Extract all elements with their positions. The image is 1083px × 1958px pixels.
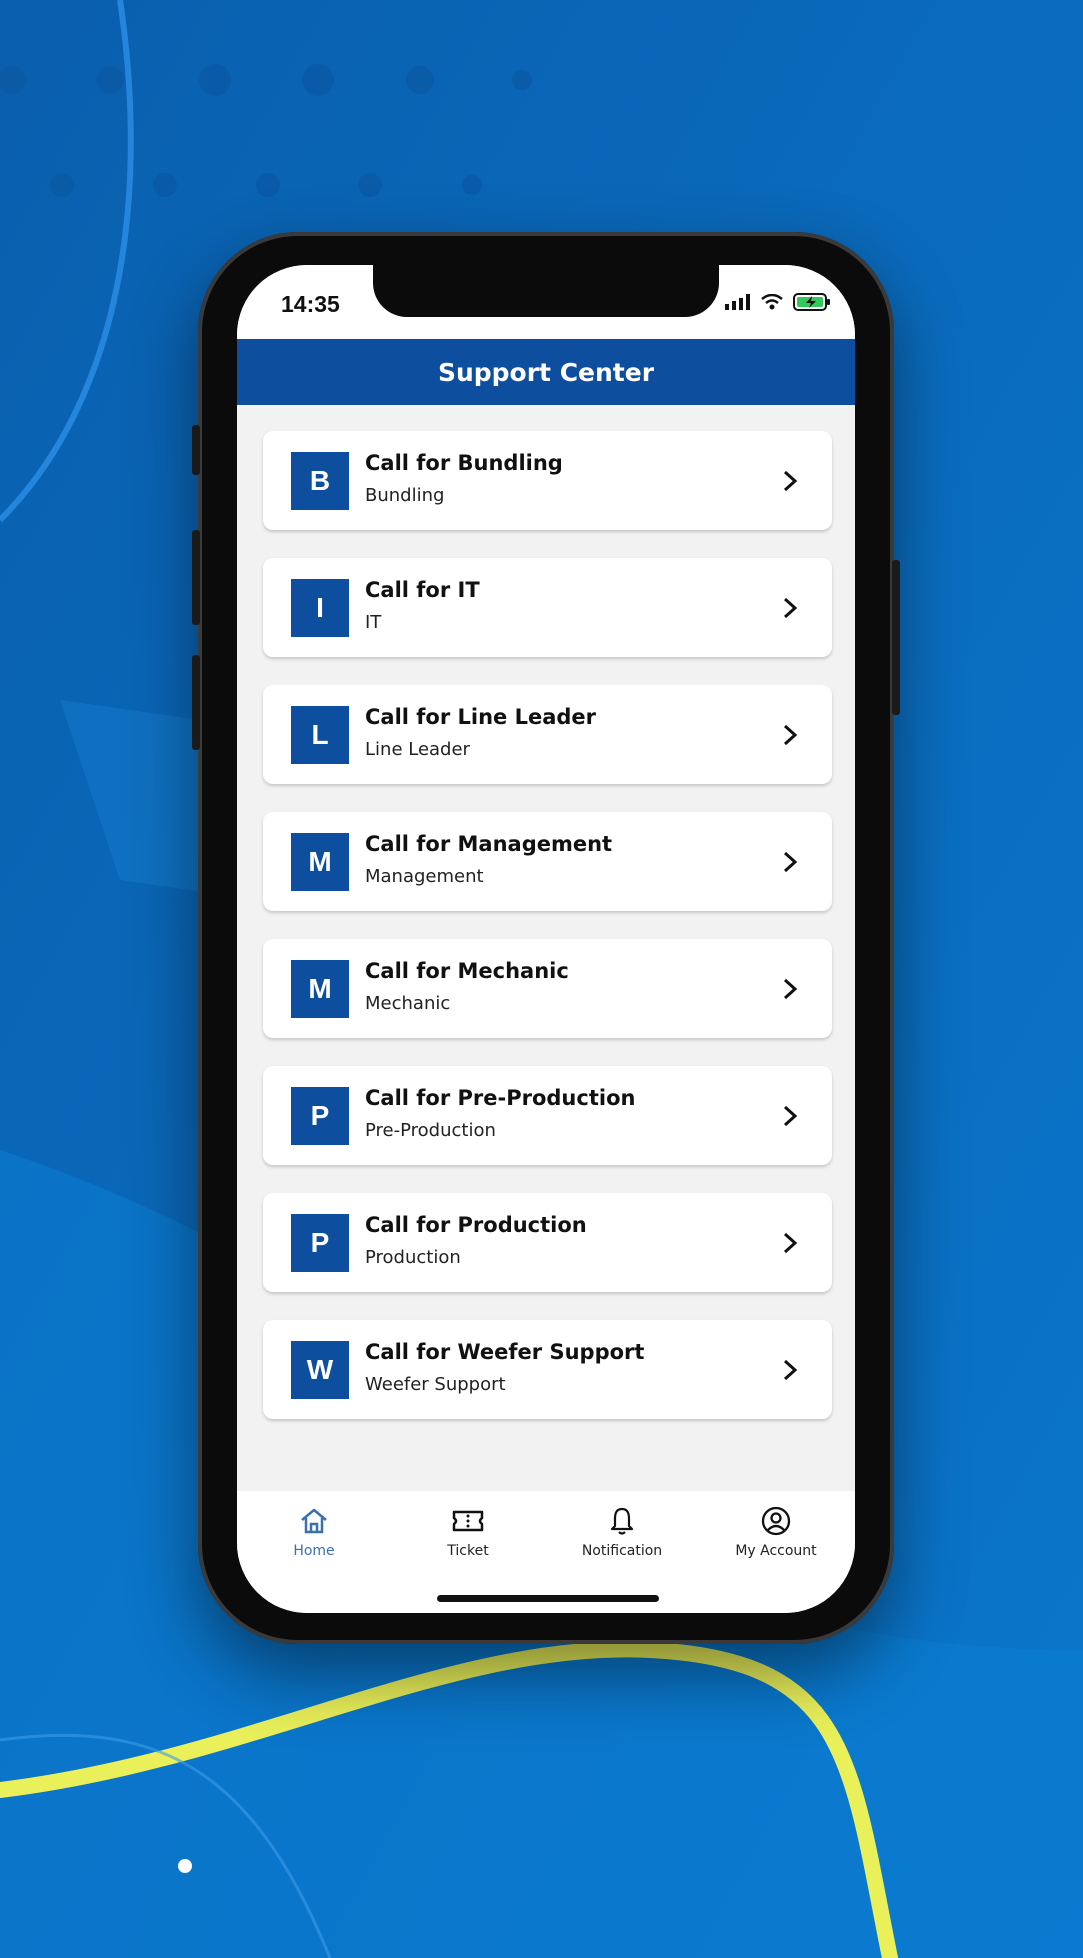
nav-label: Ticket [447, 1543, 489, 1559]
support-item-pre-production[interactable]: P Call for Pre-Production Pre-Production [263, 1066, 832, 1165]
nav-home[interactable]: Home [237, 1505, 391, 1559]
support-list: B Call for Bundling Bundling I Call for … [263, 431, 832, 1447]
status-icons [725, 293, 831, 311]
item-badge: B [291, 452, 349, 510]
item-subtitle: IT [365, 612, 382, 633]
signal-icon [725, 294, 750, 310]
phone-button [192, 655, 200, 750]
item-badge: M [291, 960, 349, 1018]
status-time: 14:35 [281, 291, 340, 317]
chevron-right-icon [783, 851, 798, 873]
status-bar: 14:35 [237, 265, 855, 341]
item-badge: I [291, 579, 349, 637]
item-subtitle: Production [365, 1247, 461, 1268]
item-badge: L [291, 706, 349, 764]
nav-label: My Account [735, 1543, 817, 1559]
support-item-line-leader[interactable]: L Call for Line Leader Line Leader [263, 685, 832, 784]
item-title: Call for Weefer Support [365, 1340, 645, 1364]
chevron-right-icon [783, 1359, 798, 1381]
item-subtitle: Bundling [365, 485, 445, 506]
phone-button [192, 425, 200, 475]
support-item-weefer-support[interactable]: W Call for Weefer Support Weefer Support [263, 1320, 832, 1419]
nav-notification[interactable]: Notification [545, 1505, 699, 1559]
item-title: Call for Bundling [365, 451, 563, 475]
item-badge: P [291, 1087, 349, 1145]
item-subtitle: Mechanic [365, 993, 451, 1014]
item-subtitle: Line Leader [365, 739, 470, 760]
item-title: Call for Line Leader [365, 705, 597, 729]
item-badge: W [291, 1341, 349, 1399]
item-subtitle: Management [365, 866, 484, 887]
phone-button [192, 530, 200, 625]
support-item-production[interactable]: P Call for Production Production [263, 1193, 832, 1292]
home-indicator [437, 1595, 659, 1602]
item-title: Call for Production [365, 1213, 587, 1237]
wifi-icon [761, 294, 783, 310]
item-title: Call for Mechanic [365, 959, 569, 983]
nav-ticket[interactable]: Ticket [391, 1505, 545, 1559]
phone-button [892, 560, 900, 715]
page-title: Support Center [437, 357, 655, 387]
support-item-it[interactable]: I Call for IT IT [263, 558, 832, 657]
item-badge: P [291, 1214, 349, 1272]
nav-label: Notification [581, 1543, 663, 1559]
home-icon [301, 1508, 327, 1534]
battery-icon [793, 293, 830, 311]
chevron-right-icon [783, 470, 798, 492]
item-badge: M [291, 833, 349, 891]
item-title: Call for Pre-Production [365, 1086, 636, 1110]
item-title: Call for IT [365, 578, 480, 602]
bell-icon [610, 1507, 634, 1535]
support-item-mechanic[interactable]: M Call for Mechanic Mechanic [263, 939, 832, 1038]
page-header: Support Center [237, 339, 855, 405]
chevron-right-icon [783, 597, 798, 619]
chevron-right-icon [783, 978, 798, 1000]
item-subtitle: Weefer Support [365, 1374, 506, 1395]
account-icon [761, 1506, 791, 1536]
app-screen: 14:35 Support Center B Call for Bundling… [237, 265, 855, 1613]
nav-my-account[interactable]: My Account [699, 1505, 853, 1559]
item-subtitle: Pre-Production [365, 1120, 496, 1141]
nav-label: Home [293, 1543, 335, 1559]
ticket-icon [452, 1510, 484, 1532]
chevron-right-icon [783, 1105, 798, 1127]
item-title: Call for Management [365, 832, 613, 856]
support-item-bundling[interactable]: B Call for Bundling Bundling [263, 431, 832, 530]
chevron-right-icon [783, 724, 798, 746]
support-item-management[interactable]: M Call for Management Management [263, 812, 832, 911]
phone-notch [373, 265, 719, 317]
chevron-right-icon [783, 1232, 798, 1254]
